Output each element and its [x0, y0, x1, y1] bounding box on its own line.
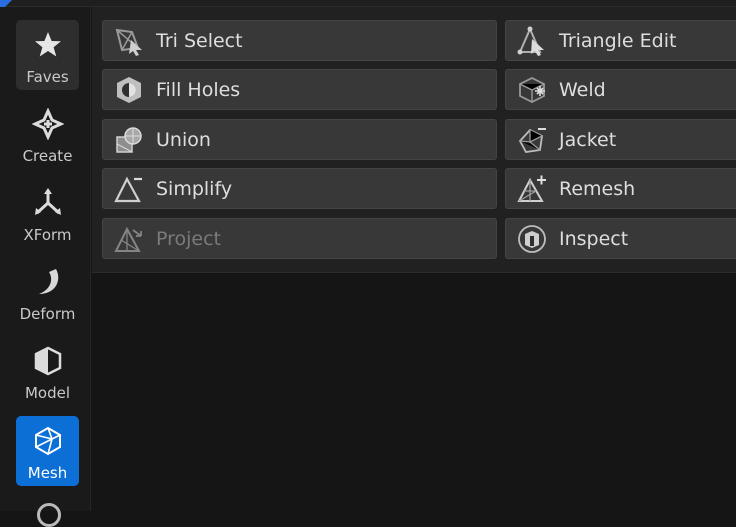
- tri-select-button[interactable]: Tri Select: [102, 20, 497, 61]
- project-icon: [114, 224, 144, 254]
- sidebar-item-xform[interactable]: XForm: [16, 178, 79, 248]
- fill-holes-button[interactable]: Fill Holes: [102, 69, 497, 110]
- tool-label: Simplify: [156, 177, 233, 200]
- union-button[interactable]: Union: [102, 119, 497, 160]
- sidebar-item-label: Deform: [19, 305, 76, 323]
- mesh-icon: [31, 424, 65, 458]
- project-button[interactable]: Project: [102, 218, 497, 259]
- weld-button[interactable]: Weld: [505, 69, 736, 110]
- tool-label: Union: [156, 128, 211, 151]
- weld-icon: [517, 75, 547, 105]
- jacket-icon: [517, 125, 547, 155]
- top-bar: [0, 0, 736, 7]
- tool-label: Tri Select: [156, 29, 243, 52]
- sidebar-item-label: Mesh: [27, 464, 68, 482]
- create-icon: [31, 107, 65, 141]
- tool-label: Jacket: [559, 128, 617, 151]
- fill-holes-icon: [114, 75, 144, 105]
- mode-sidebar: Faves Create XForm Deform Model Mesh: [0, 7, 91, 527]
- inspect-button[interactable]: Inspect: [505, 218, 736, 259]
- sidebar-item-label: Faves: [26, 68, 69, 86]
- sidebar-item-label: XForm: [23, 226, 72, 244]
- remesh-icon: [517, 174, 547, 204]
- sidebar-item-create[interactable]: Create: [16, 99, 79, 169]
- tri-select-icon: [114, 26, 144, 56]
- deform-icon: [31, 265, 65, 299]
- model-icon: [31, 344, 65, 378]
- jacket-button[interactable]: Jacket: [505, 119, 736, 160]
- sidebar-item-more-icon[interactable]: [37, 503, 61, 527]
- simplify-icon: [114, 174, 144, 204]
- sidebar-item-label: Create: [22, 147, 73, 165]
- sidebar-item-model[interactable]: Model: [16, 336, 79, 406]
- inspect-icon: [517, 224, 547, 254]
- tool-label: Project: [156, 227, 222, 250]
- union-icon: [114, 125, 144, 155]
- sidebar-item-mesh[interactable]: Mesh: [16, 416, 79, 486]
- tool-label: Fill Holes: [156, 78, 241, 101]
- xform-icon: [31, 186, 65, 220]
- star-icon: [31, 28, 65, 62]
- sidebar-item-faves[interactable]: Faves: [16, 20, 79, 90]
- tool-label: Weld: [559, 78, 606, 101]
- tool-label: Remesh: [559, 177, 636, 200]
- triangle-edit-button[interactable]: Triangle Edit: [505, 20, 736, 61]
- simplify-button[interactable]: Simplify: [102, 168, 497, 209]
- tool-label: Triangle Edit: [559, 29, 677, 52]
- sidebar-item-label: Model: [24, 384, 71, 402]
- tool-label: Inspect: [559, 227, 629, 250]
- sidebar-item-deform[interactable]: Deform: [16, 257, 79, 327]
- remesh-button[interactable]: Remesh: [505, 168, 736, 209]
- triangle-edit-icon: [517, 25, 547, 56]
